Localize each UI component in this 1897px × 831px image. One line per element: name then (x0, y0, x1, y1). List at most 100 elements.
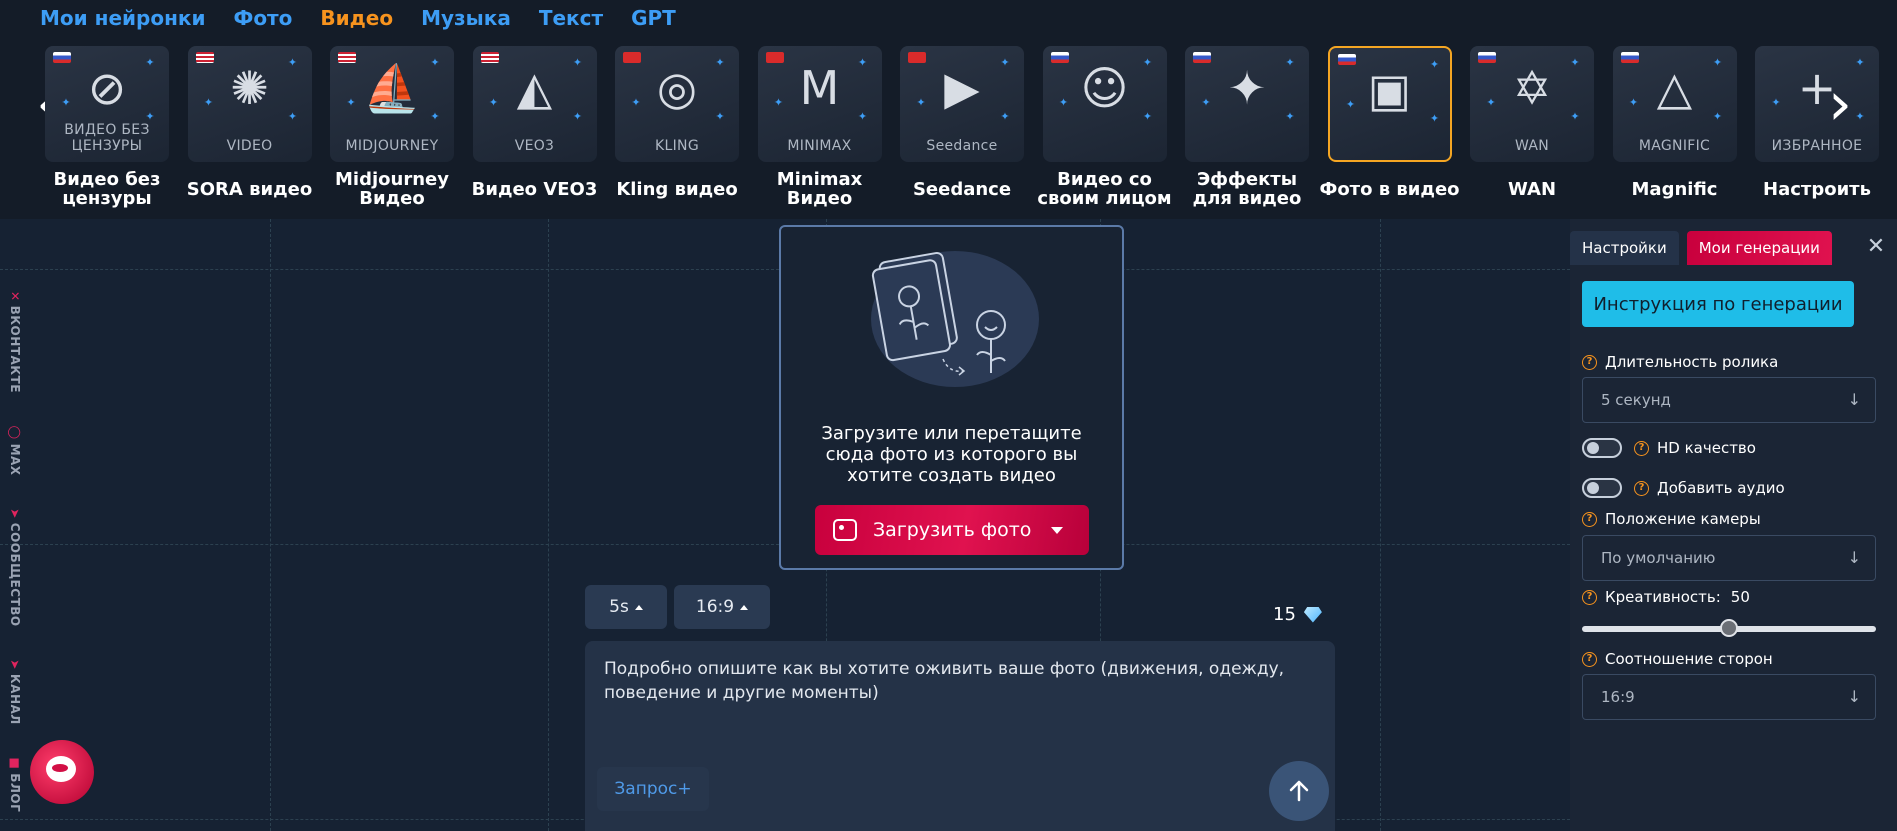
caret-up-icon (740, 604, 749, 610)
aspect-ratio-select[interactable]: 16:9 ↓ (1582, 674, 1876, 720)
model-card-sublabel: ИЗБРАННОЕ (1771, 138, 1863, 154)
zapros-plus-button[interactable]: Запрос+ (597, 767, 709, 811)
model-card-title: Видео VEO3 (471, 178, 598, 200)
model-card[interactable]: ✦ ✦ ✦ ◎ KLING Kling видео (606, 46, 748, 208)
photo-cards-icon (871, 251, 1039, 387)
model-card-sublabel: VIDEO (226, 138, 273, 154)
nav-gpt[interactable]: GPT (631, 6, 676, 30)
camera-select-value: По умолчанию (1601, 549, 1716, 567)
tab-my-generations[interactable]: Мои генерации (1686, 231, 1832, 265)
social-blog-link[interactable]: ■ БЛОГ (8, 757, 22, 826)
aspect-ratio-label: ? Соотношение сторон (1582, 650, 1773, 668)
social-community-link[interactable]: ➤ СООБЩЕСТВО (8, 508, 22, 640)
hd-quality-toggle[interactable] (1582, 438, 1622, 458)
nav-text[interactable]: Текст (539, 6, 603, 30)
close-icon[interactable]: ✕ (1866, 236, 1886, 258)
camera-select[interactable]: По умолчанию ↓ (1582, 535, 1876, 581)
social-channel-label: КАНАЛ (8, 673, 22, 725)
model-card[interactable]: ✦ ✦ ✦ ▣ Фото в видео (1319, 46, 1461, 208)
generation-instruction-button[interactable]: Инструкция по генерации (1582, 281, 1854, 327)
social-blog-label: БЛОГ (8, 773, 22, 813)
slider-knob[interactable] (1720, 619, 1738, 637)
duration-label-text: Длительность ролика (1605, 353, 1779, 371)
creativity-slider[interactable] (1582, 618, 1876, 638)
grid-line (548, 219, 549, 831)
help-icon[interactable]: ? (1634, 440, 1649, 456)
model-card-thumb: ✦ ✦ ✦ ⊘ ВИДЕО БЕЗ ЦЕНЗУРЫ (45, 46, 169, 162)
nav-my-networks[interactable]: Мои нейронки (40, 6, 205, 30)
help-icon[interactable]: ? (1634, 480, 1649, 496)
duration-label: ? Длительность ролика (1582, 353, 1778, 371)
top-nav: Мои нейронки Фото Видео Музыка Текст GPT (40, 6, 704, 30)
arrow-down-icon: ↓ (1847, 687, 1861, 706)
creativity-value: 50 (1730, 588, 1750, 606)
vk-icon: ✕ (8, 291, 22, 302)
camera-label: ? Положение камеры (1582, 510, 1761, 528)
grid-line (1380, 219, 1381, 831)
aspect-ratio-select-value: 16:9 (1601, 688, 1635, 706)
model-card[interactable]: ✦ ✦ ✦ M MINIMAX Minimax Видео (749, 46, 891, 208)
caret-down-icon[interactable] (1051, 526, 1064, 534)
creativity-label: ? Креативность: 50 (1582, 588, 1750, 606)
nav-photo[interactable]: Фото (233, 6, 292, 30)
model-card[interactable]: ✦ ✦ ✦ + ИЗБРАННОЕ Настроить (1746, 46, 1888, 208)
help-icon[interactable]: ? (1582, 354, 1597, 370)
prompt-placeholder[interactable]: Подробно опишите как вы хотите оживить в… (604, 657, 1304, 705)
chevron-right-icon[interactable]: › (1820, 74, 1860, 136)
model-card[interactable]: ✦ ✦ ✦ ✦ Эффекты для видео (1176, 46, 1318, 208)
model-card-thumb: ✦ ✦ ✦ ☺ (1042, 46, 1167, 162)
upload-dropzone[interactable]: Загрузите или перетащите сюда фото из ко… (779, 225, 1124, 570)
social-max-label: MAX (8, 443, 22, 476)
prompt-input[interactable]: Подробно опишите как вы хотите оживить в… (585, 641, 1335, 831)
social-community-label: СООБЩЕСТВО (8, 522, 22, 627)
model-card-thumb: ✦ ✦ ✦ ✦ (1185, 46, 1309, 162)
help-icon[interactable]: ? (1582, 651, 1597, 667)
model-card-sublabel: KLING (655, 138, 699, 154)
creativity-label-text: Креативность: (1605, 588, 1721, 606)
upload-photo-button[interactable]: Загрузить фото (815, 505, 1089, 555)
model-card[interactable]: ✦ ✦ ✦ ⊘ ВИДЕО БЕЗ ЦЕНЗУРЫ Видео без цензуры (36, 46, 178, 208)
ratio-pill-label: 16:9 (695, 597, 735, 617)
nav-music[interactable]: Музыка (421, 6, 511, 30)
model-card[interactable]: ✦ ✦ ✦ ☺ Видео со своим лицом (1034, 46, 1176, 208)
work-area: ✕ ВКОНТАКТЕ ◯ MAX ➤ СООБЩЕСТВО ➤ КАНАЛ ■ БЛОГ… (0, 219, 1570, 831)
duration-pill-label: 5s (609, 597, 629, 617)
model-card-title: Magnific (1631, 178, 1718, 200)
upload-photo-label: Загрузить фото (873, 519, 1032, 541)
help-icon[interactable]: ? (1582, 511, 1597, 527)
model-card-sublabel: WAN (1514, 138, 1550, 154)
model-card-sublabel: MINIMAX (787, 138, 852, 154)
tab-settings[interactable]: Настройки (1570, 231, 1679, 265)
telegram-icon: ➤ (8, 508, 22, 519)
plus-icon: + (1797, 61, 1837, 115)
social-vk-link[interactable]: ✕ ВКОНТАКТЕ (8, 291, 22, 407)
chat-support-button[interactable] (30, 740, 94, 804)
camera-label-text: Положение камеры (1605, 510, 1761, 528)
model-card-thumb: ✦ ✦ ✦ ◎ KLING (615, 46, 739, 162)
hd-quality-row: ? HD качество (1582, 438, 1756, 458)
model-card[interactable]: ✦ ✦ ✦ ▶ Seedance Seedance (891, 46, 1033, 208)
diamond-icon (1303, 606, 1322, 623)
social-channel-link[interactable]: ➤ КАНАЛ (8, 659, 22, 738)
veo3-logo-icon: ◭ (516, 61, 553, 115)
help-icon[interactable]: ? (1582, 589, 1597, 605)
send-button[interactable] (1269, 761, 1329, 821)
model-card[interactable]: ✦ ✦ ✦ △ MAGNIFIC Magnific (1604, 46, 1746, 208)
model-card[interactable]: ✦ ✦ ✦ ✡ WAN WAN (1461, 46, 1603, 208)
grid-line (270, 219, 271, 831)
model-card-thumb: ✦ ✦ ✦ ▶ Seedance (900, 46, 1024, 162)
social-max-link[interactable]: ◯ MAX (8, 426, 22, 490)
add-audio-toggle[interactable] (1582, 478, 1622, 498)
arrow-down-icon: ↓ (1847, 548, 1861, 567)
model-card-thumb: ✦ ✦ ✦ ▣ (1327, 46, 1452, 162)
social-links-text: ✕ ВКОНТАКТЕ ◯ MAX ➤ СООБЩЕСТВО ➤ КАНАЛ ■ БЛОГ (8, 291, 22, 831)
ratio-pill[interactable]: 16:9 (674, 585, 770, 629)
model-card-sublabel: MAGNIFIC (1638, 138, 1711, 154)
duration-select[interactable]: 5 секунд ↓ (1582, 377, 1876, 423)
image-icon (833, 519, 857, 541)
model-card[interactable]: ✦ ✦ ✦ ⛵ MIDJOURNEY Midjourney Видео (321, 46, 463, 208)
model-card[interactable]: ✦ ✦ ✦ ✺ VIDEO SORA видео (179, 46, 321, 208)
duration-pill[interactable]: 5s (585, 585, 667, 629)
nav-video[interactable]: Видео (320, 6, 393, 30)
model-card[interactable]: ✦ ✦ ✦ ◭ VEO3 Видео VEO3 (464, 46, 606, 208)
